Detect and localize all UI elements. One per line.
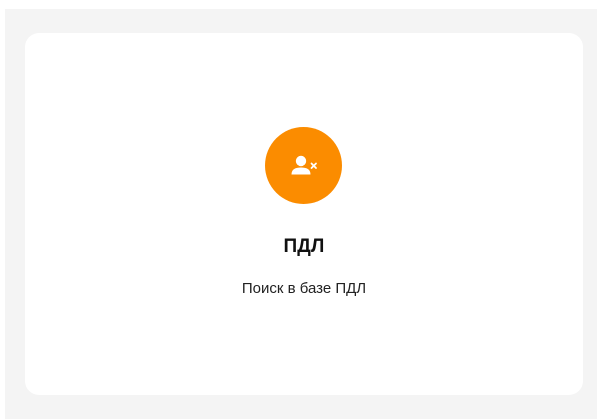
page-background: ПДЛ Поиск в базе ПДЛ: [5, 9, 597, 419]
card-title: ПДЛ: [283, 236, 325, 257]
card-icon-badge: [265, 127, 342, 204]
pdl-search-card[interactable]: ПДЛ Поиск в базе ПДЛ: [25, 33, 583, 395]
card-subtitle: Поиск в базе ПДЛ: [241, 280, 367, 297]
user-remove-icon: [291, 155, 317, 174]
